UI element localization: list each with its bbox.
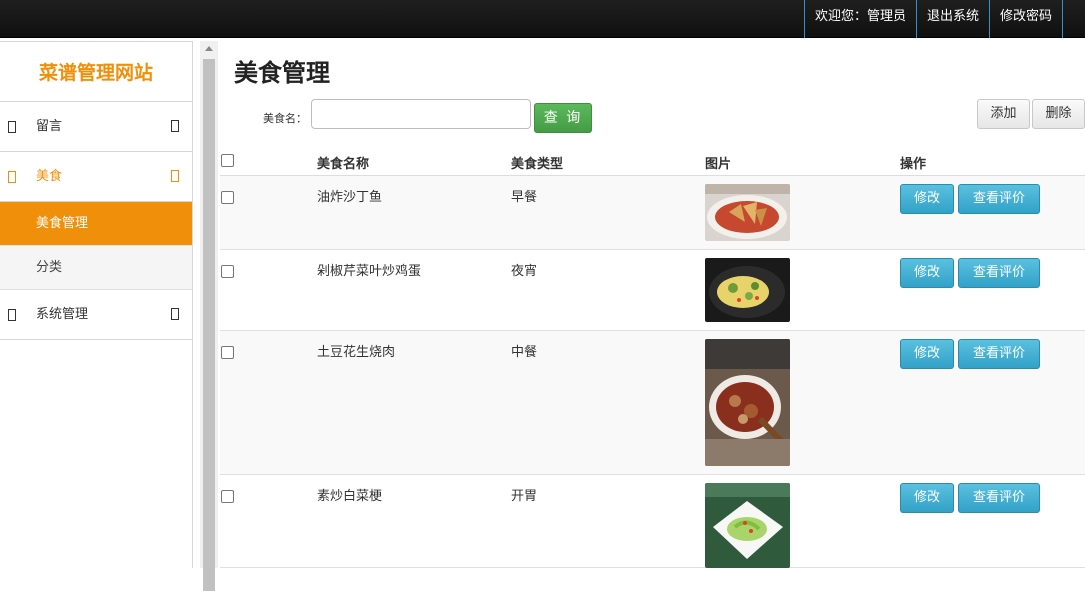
edit-button[interactable]: 修改 bbox=[900, 184, 954, 214]
table-header: 美食名称 美食类型 图片 操作 bbox=[220, 146, 1085, 176]
change-password-link[interactable]: 修改密码 bbox=[988, 0, 1063, 38]
food-icon bbox=[8, 171, 16, 183]
sidebar-group-system[interactable]: 系统管理 bbox=[0, 290, 192, 340]
collapse-icon bbox=[171, 170, 179, 182]
content-scrollbar[interactable] bbox=[200, 41, 218, 591]
food-image bbox=[705, 184, 790, 241]
sidebar-group-label: 美食 bbox=[36, 169, 63, 184]
logout-link[interactable]: 退出系统 bbox=[915, 0, 989, 38]
row-checkbox[interactable] bbox=[221, 490, 234, 503]
food-name: 油炸沙丁鱼 bbox=[317, 190, 383, 205]
view-reviews-button[interactable]: 查看评价 bbox=[958, 258, 1040, 288]
food-type: 中餐 bbox=[511, 345, 538, 360]
column-header-image: 图片 bbox=[705, 157, 732, 172]
column-header-name: 美食名称 bbox=[317, 157, 370, 172]
sidebar-group-label: 留言 bbox=[36, 119, 63, 134]
food-image bbox=[705, 339, 790, 466]
sidebar-item-food-management[interactable]: 美食管理 bbox=[0, 202, 192, 246]
sidebar-group-food[interactable]: 美食 bbox=[0, 152, 192, 202]
scroll-thumb[interactable] bbox=[203, 59, 215, 591]
edit-button[interactable]: 修改 bbox=[900, 483, 954, 513]
food-name: 土豆花生烧肉 bbox=[317, 345, 396, 360]
top-links: 欢迎您：管理员 退出系统 修改密码 bbox=[803, 0, 1063, 38]
row-checkbox[interactable] bbox=[221, 346, 234, 359]
delete-button[interactable]: 删除 bbox=[1032, 99, 1085, 129]
food-name: 剁椒芹菜叶炒鸡蛋 bbox=[317, 264, 422, 279]
view-reviews-button[interactable]: 查看评价 bbox=[958, 339, 1040, 369]
food-name: 素炒白菜梗 bbox=[317, 489, 383, 504]
view-reviews-button[interactable]: 查看评价 bbox=[958, 184, 1040, 214]
select-all-checkbox[interactable] bbox=[221, 154, 234, 167]
food-name-search-input[interactable] bbox=[311, 99, 531, 129]
edit-button[interactable]: 修改 bbox=[900, 258, 954, 288]
column-header-actions: 操作 bbox=[900, 157, 927, 172]
search-label: 美食名： bbox=[263, 112, 307, 125]
view-reviews-button[interactable]: 查看评价 bbox=[958, 483, 1040, 513]
row-checkbox[interactable] bbox=[221, 265, 234, 278]
food-image bbox=[705, 483, 790, 568]
sidebar: 菜谱管理网站 留言 美食 美食管理 分类 系统管理 bbox=[0, 41, 193, 568]
settings-icon bbox=[8, 309, 16, 321]
food-type: 开胃 bbox=[511, 489, 538, 504]
column-header-type: 美食类型 bbox=[511, 157, 564, 172]
food-type: 早餐 bbox=[511, 190, 538, 205]
site-brand: 菜谱管理网站 bbox=[0, 42, 192, 102]
welcome-text: 欢迎您：管理员 bbox=[803, 0, 916, 38]
table-row: 油炸沙丁鱼 早餐 修改 查看评价 bbox=[220, 176, 1085, 250]
sidebar-item-category[interactable]: 分类 bbox=[0, 246, 192, 290]
food-type: 夜宵 bbox=[511, 264, 538, 279]
row-checkbox[interactable] bbox=[221, 191, 234, 204]
edit-button[interactable]: 修改 bbox=[900, 339, 954, 369]
table-row: 剁椒芹菜叶炒鸡蛋 夜宵 修改 查看评价 bbox=[220, 250, 1085, 331]
food-image bbox=[705, 258, 790, 322]
scroll-up-icon[interactable] bbox=[205, 46, 213, 51]
sidebar-group-message[interactable]: 留言 bbox=[0, 102, 192, 152]
table-row: 土豆花生烧肉 中餐 修改 查看评价 bbox=[220, 331, 1085, 475]
table-row: 素炒白菜梗 开胃 修改 查看评价 bbox=[220, 475, 1085, 568]
message-icon bbox=[8, 121, 16, 133]
add-button[interactable]: 添加 bbox=[977, 99, 1030, 129]
expand-icon bbox=[171, 308, 179, 320]
page-title: 美食管理 bbox=[234, 59, 330, 87]
query-button[interactable]: 查 询 bbox=[534, 103, 592, 133]
expand-icon bbox=[171, 120, 179, 132]
main-content: 美食管理 美食名： 查 询 添加 删除 美食名称 美食类型 图片 操作 油炸沙丁… bbox=[220, 41, 1085, 568]
sidebar-group-label: 系统管理 bbox=[36, 307, 89, 322]
top-bar: 欢迎您：管理员 退出系统 修改密码 bbox=[0, 0, 1085, 38]
